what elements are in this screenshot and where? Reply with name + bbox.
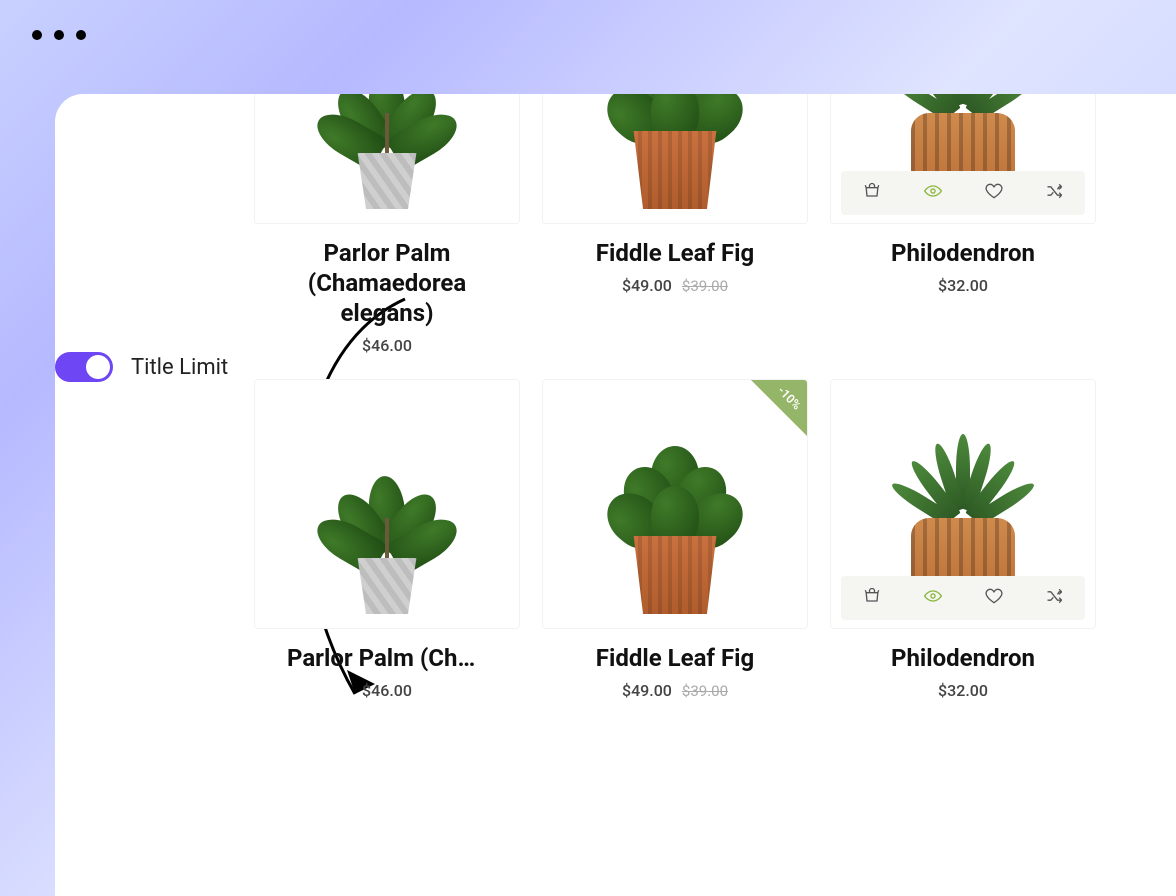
dot-icon [32,30,42,40]
window-dots [32,30,86,40]
product-price: $46.00 [362,336,412,355]
product-title: Parlor Palm (Chamaedorea elegans) [287,643,487,673]
shuffle-icon[interactable] [1045,586,1065,610]
product-price: $49.00 [622,681,672,700]
product-prices: $49.00 $39.00 [622,276,728,295]
product-title: Parlor Palm (Chamaedorea elegans) [272,238,502,328]
product-actions [841,171,1085,215]
dot-icon [76,30,86,40]
cart-icon[interactable] [862,181,882,205]
title-limit-label: Title Limit [131,355,228,380]
product-card[interactable]: Philodendron $32.00 [831,379,1095,700]
product-title: Philodendron [891,238,1035,268]
shuffle-icon[interactable] [1045,181,1065,205]
dot-icon [54,30,64,40]
preview-canvas: Title Limit Parlor Palm (Chamaedorea ele… [55,94,1176,896]
product-prices: $46.00 [362,681,412,700]
product-price: $49.00 [622,276,672,295]
title-limit-toggle[interactable] [55,352,113,382]
product-card[interactable]: -10% Fiddle Leaf Fig $49.00 $39.00 [543,379,807,700]
product-card[interactable]: Parlor Palm (Chamaedorea elegans) $46.00 [255,379,519,700]
product-old-price: $39.00 [682,277,728,295]
product-prices: $46.00 [362,336,412,355]
product-grid: Parlor Palm (Chamaedorea elegans) $46.00 F… [255,94,1095,700]
heart-icon[interactable] [984,181,1004,205]
product-old-price: $39.00 [682,682,728,700]
product-title: Philodendron [863,643,1063,673]
heart-icon[interactable] [984,586,1004,610]
product-image [542,94,808,224]
product-prices: $32.00 [938,276,988,295]
product-prices: $49.00 $39.00 [622,681,728,700]
product-image [830,379,1096,629]
eye-icon[interactable] [923,181,943,205]
product-title: Fiddle Leaf Fig [575,643,775,673]
product-image [254,94,520,224]
product-image [254,379,520,629]
product-image: -10% [542,379,808,629]
eye-icon[interactable] [923,586,943,610]
product-card[interactable]: Philodendron $32.00 [831,94,1095,355]
product-card[interactable]: Fiddle Leaf Fig $49.00 $39.00 [543,94,807,355]
product-price: $32.00 [938,681,988,700]
product-image [830,94,1096,224]
product-actions [841,576,1085,620]
cart-icon[interactable] [862,586,882,610]
title-limit-control: Title Limit [55,352,228,382]
product-price: $46.00 [362,681,412,700]
product-price: $32.00 [938,276,988,295]
product-prices: $32.00 [938,681,988,700]
product-title: Fiddle Leaf Fig [596,238,754,268]
product-card[interactable]: Parlor Palm (Chamaedorea elegans) $46.00 [255,94,519,355]
toggle-knob [86,355,110,379]
